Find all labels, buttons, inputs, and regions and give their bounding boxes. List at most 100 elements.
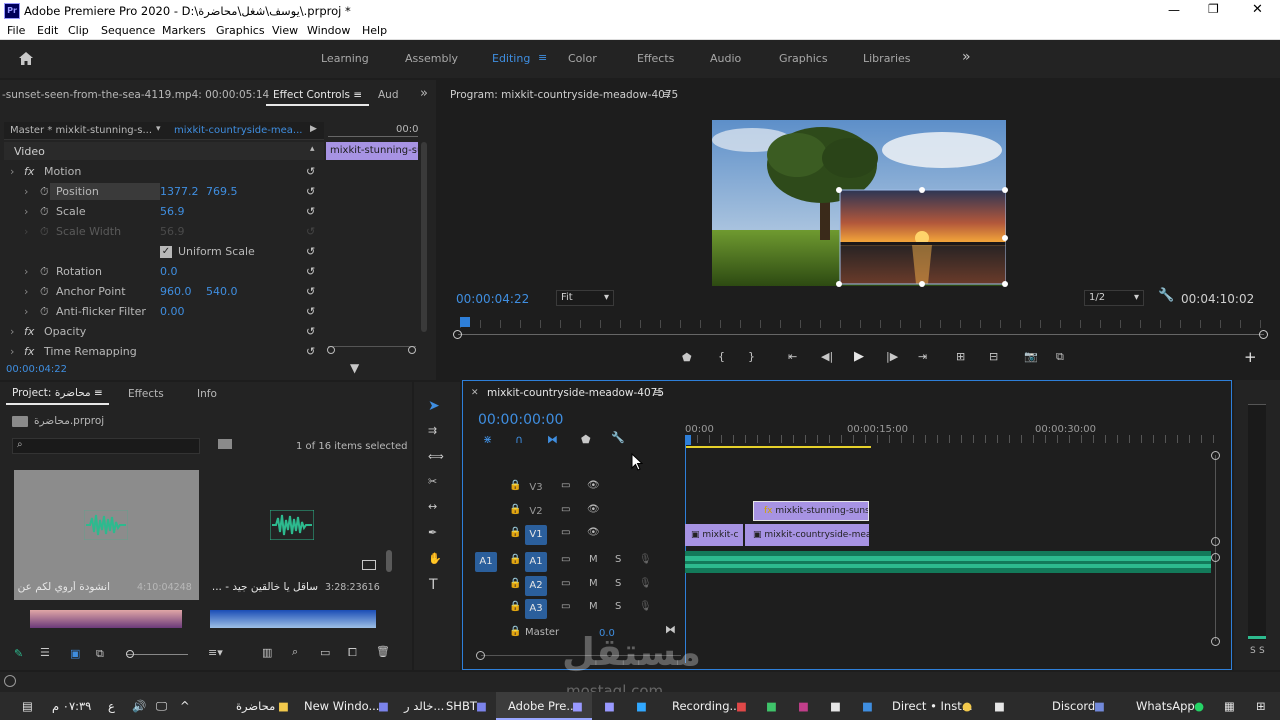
scroll-handle[interactable]	[476, 651, 485, 660]
slip-tool-icon[interactable]: ↔	[428, 500, 437, 513]
minimize-button[interactable]: —	[1168, 3, 1180, 17]
workspace-editing[interactable]: Editing	[492, 52, 530, 65]
sequence-tab-label[interactable]: mixkit-countryside-meadow-4075	[487, 387, 664, 399]
property-row[interactable]: › fx Motion ↺	[4, 162, 324, 181]
lock-icon[interactable]: 🔒	[509, 504, 521, 515]
menu-file[interactable]: File	[7, 24, 25, 37]
reset-icon[interactable]: ↺	[306, 182, 315, 201]
tab-effects[interactable]: Effects	[128, 388, 164, 400]
file-explorer-icon[interactable]: ▦	[1224, 692, 1235, 720]
property-row[interactable]: › ⏱ Anchor Point 960.0 540.0 ↺	[4, 282, 324, 301]
scrub-handle-left[interactable]	[453, 330, 462, 339]
stopwatch-icon[interactable]: ⏱	[40, 302, 49, 321]
menu-help[interactable]: Help	[362, 24, 387, 37]
transform-handle[interactable]	[1002, 187, 1008, 193]
menu-sequence[interactable]: Sequence	[101, 24, 155, 37]
tab-audio[interactable]: Aud	[378, 89, 399, 101]
expand-arrow-icon[interactable]: ›	[10, 322, 14, 341]
new-item-icon[interactable]: ⧠	[348, 646, 357, 660]
property-row[interactable]: › ⏱ Anti-flicker Filter 0.00 ↺	[4, 302, 324, 321]
reset-icon[interactable]: ↺	[306, 322, 315, 341]
microphone-icon[interactable]: 🎙	[639, 554, 652, 565]
type-tool-icon[interactable]: T	[429, 577, 438, 593]
close-button[interactable]: ✕	[1252, 2, 1263, 17]
property-value[interactable]: 960.0	[160, 282, 192, 301]
pen-tool-icon[interactable]: ✒	[428, 526, 437, 539]
workspace-assembly[interactable]: Assembly	[405, 52, 458, 65]
property-row[interactable]: ✓ Uniform Scale ↺	[4, 242, 324, 261]
panel-more-icon[interactable]: »	[420, 86, 428, 101]
mute-button[interactable]: M	[589, 601, 598, 612]
property-row[interactable]: › ⏱ Scale Width 56.9 ↺	[4, 222, 324, 241]
go-to-in-icon[interactable]: ⇤	[788, 350, 797, 363]
app-icon[interactable]: ■	[830, 692, 841, 720]
hand-tool-icon[interactable]: ✋	[428, 552, 442, 565]
stopwatch-icon[interactable]: ⏱	[40, 202, 49, 221]
video-clip[interactable]: ▣ mixkit-countryside-mead	[745, 524, 869, 546]
track-select-tool-icon[interactable]: ⇉	[428, 424, 437, 437]
vertical-scroll[interactable]	[1215, 455, 1216, 641]
pencil-icon[interactable]: ✎	[14, 647, 23, 660]
play-button[interactable]: ▶	[854, 349, 864, 364]
work-area-bar[interactable]	[685, 446, 871, 448]
lock-icon[interactable]: 🔒	[509, 527, 521, 538]
property-value[interactable]: 56.9	[160, 222, 185, 241]
new-search-bin-icon[interactable]	[218, 439, 232, 449]
track-target[interactable]: V3	[525, 478, 547, 498]
reset-icon[interactable]: ↺	[306, 302, 315, 321]
reset-icon[interactable]: ↺	[306, 342, 315, 361]
scrollbar[interactable]	[386, 550, 392, 572]
solo-label[interactable]: S	[1250, 646, 1256, 656]
app-icon[interactable]: ■	[862, 692, 873, 720]
solo-label[interactable]: S	[1259, 646, 1265, 656]
expand-arrow-icon[interactable]: ›	[24, 222, 28, 241]
comparison-view-icon[interactable]: ⧉	[1056, 350, 1064, 364]
extract-icon[interactable]: ⊟	[989, 350, 998, 363]
property-value[interactable]: 0.0	[160, 262, 178, 281]
scrollbar[interactable]	[421, 142, 427, 332]
camera-icon[interactable]: 📷	[1024, 350, 1038, 363]
close-icon[interactable]: ✕	[471, 388, 479, 398]
go-to-out-icon[interactable]: ⇥	[918, 350, 927, 363]
workspace-learning[interactable]: Learning	[321, 52, 369, 65]
find-icon[interactable]: ⌕	[292, 645, 298, 659]
track-target[interactable]: A3	[525, 599, 547, 619]
keyboard-language[interactable]: ع	[108, 692, 115, 720]
menu-clip[interactable]: Clip	[68, 24, 89, 37]
stopwatch-icon[interactable]: ⏱	[40, 222, 49, 241]
transform-handle[interactable]	[836, 281, 842, 287]
property-row[interactable]: › fx Opacity ↺	[4, 322, 324, 341]
zoom-handle-left[interactable]	[327, 346, 335, 354]
wrench-icon[interactable]: 🔧	[611, 431, 625, 444]
project-item-thumbnail[interactable]	[210, 610, 376, 628]
scroll-handle[interactable]	[1211, 553, 1220, 562]
sync-lock-icon[interactable]: ▭	[561, 527, 570, 538]
step-back-icon[interactable]: ◀|	[821, 350, 833, 363]
trash-icon[interactable]: 🗑	[376, 645, 390, 658]
scroll-handle[interactable]	[1211, 451, 1220, 460]
reset-icon[interactable]: ↺	[306, 242, 315, 261]
lock-icon[interactable]: 🔒	[509, 601, 521, 612]
sync-lock-icon[interactable]: ▭	[561, 504, 570, 515]
linked-selection-icon[interactable]: ⧓	[547, 433, 558, 446]
add-button-icon[interactable]: +	[1244, 348, 1257, 366]
step-forward-icon[interactable]: |▶	[886, 350, 898, 363]
workspace-libraries[interactable]: Libraries	[863, 52, 911, 65]
sync-lock-icon[interactable]: ▭	[561, 578, 570, 589]
project-search-input[interactable]: ⌕	[12, 438, 200, 454]
maximize-button[interactable]: ❐	[1208, 2, 1219, 16]
menu-view[interactable]: View	[272, 24, 298, 37]
mark-in-icon[interactable]: {	[718, 350, 725, 363]
after-effects-icon[interactable]: ■	[604, 692, 615, 720]
taskbar-item[interactable]: خالد ر...	[404, 692, 444, 720]
expand-arrow-icon[interactable]: ›	[10, 342, 14, 361]
workspace-effects[interactable]: Effects	[637, 52, 674, 65]
add-marker-icon[interactable]: ⬟	[581, 433, 591, 446]
lock-icon[interactable]: 🔒	[509, 554, 521, 565]
transform-handle[interactable]	[919, 187, 925, 193]
zoom-handle-right[interactable]	[408, 346, 416, 354]
taskbar-item[interactable]: SHBT	[446, 692, 477, 720]
sync-lock-icon[interactable]: ▭	[561, 554, 570, 565]
project-item-thumbnail[interactable]	[30, 610, 182, 628]
mute-button[interactable]: M	[589, 554, 598, 565]
